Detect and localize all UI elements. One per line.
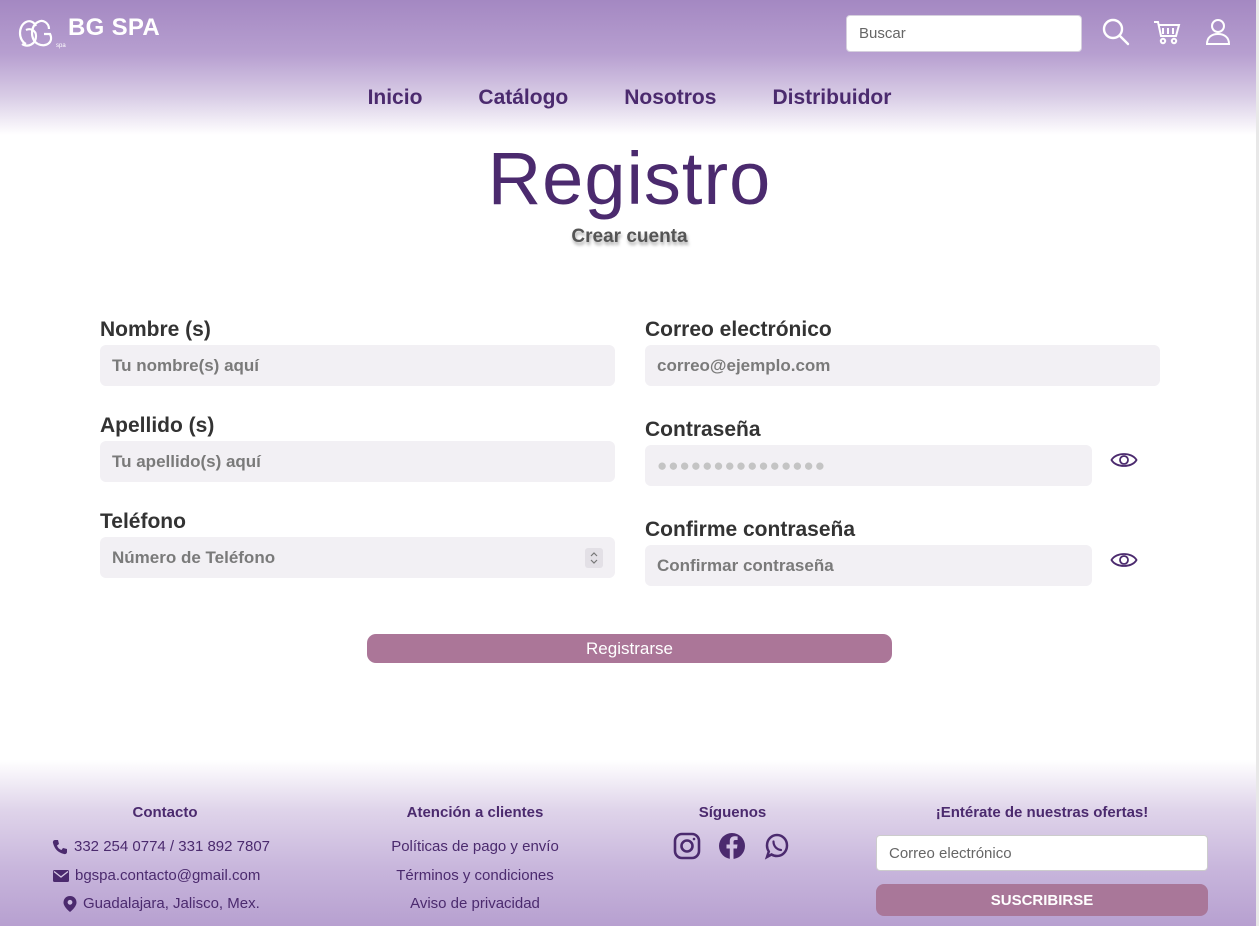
nav-nosotros[interactable]: Nosotros	[624, 86, 716, 110]
user-icon[interactable]	[1202, 16, 1234, 48]
mail-icon	[53, 869, 69, 882]
contact-location-text: Guadalajara, Jalisco, Mex.	[83, 895, 260, 912]
location-pin-icon	[63, 895, 77, 912]
show-confirm-password-icon[interactable]	[1110, 550, 1138, 570]
link-terms[interactable]: Términos y condiciones	[360, 867, 590, 884]
support-title: Atención a clientes	[406, 804, 544, 821]
phone-field[interactable]	[100, 537, 615, 578]
phone-label: Teléfono	[100, 510, 186, 533]
link-payment-shipping[interactable]: Políticas de pago y envío	[360, 838, 590, 855]
contact-title: Contacto	[132, 804, 198, 821]
phone-stepper[interactable]	[585, 548, 603, 568]
social-title: Síguenos	[698, 804, 767, 821]
newsletter-email-input[interactable]	[876, 835, 1208, 871]
page-title: Registro	[487, 137, 772, 220]
stepper-arrows-icon	[590, 552, 598, 564]
contact-email[interactable]: bgspa.contacto@gmail.com	[53, 867, 260, 884]
lastname-label: Apellido (s)	[100, 414, 215, 437]
contact-email-text: bgspa.contacto@gmail.com	[75, 867, 261, 884]
search-input[interactable]	[846, 15, 1082, 52]
nav-distribuidor[interactable]: Distribuidor	[772, 86, 891, 110]
page-subtitle: Crear cuenta	[571, 226, 688, 247]
link-privacy[interactable]: Aviso de privacidad	[360, 895, 590, 912]
lastname-field[interactable]	[100, 441, 615, 482]
confirm-password-label: Confirme contraseña	[645, 518, 856, 541]
svg-text:spa: spa	[56, 43, 66, 49]
name-label: Nombre (s)	[100, 318, 211, 341]
instagram-icon[interactable]	[673, 832, 701, 860]
header: spa BG SPA Inicio Catálogo Nosotros Dist…	[0, 0, 1259, 135]
contact-phone: 332 254 0774 / 331 892 7807	[52, 838, 270, 855]
nav-catalogo[interactable]: Catálogo	[478, 86, 568, 110]
show-password-icon[interactable]	[1110, 450, 1138, 470]
search-icon[interactable]	[1100, 16, 1132, 48]
nav-inicio[interactable]: Inicio	[368, 86, 423, 110]
name-field[interactable]	[100, 345, 615, 386]
facebook-icon[interactable]	[718, 832, 746, 860]
password-mask: ●●●●●●●●●●●●●●●	[657, 455, 827, 475]
whatsapp-icon[interactable]	[763, 832, 791, 860]
password-label: Contraseña	[645, 418, 761, 441]
cart-icon[interactable]	[1151, 16, 1183, 48]
subscribe-button[interactable]: SUSCRIBIRSE	[876, 884, 1208, 916]
confirm-password-field[interactable]	[645, 545, 1092, 586]
email-label: Correo electrónico	[645, 318, 832, 341]
main-nav: Inicio Catálogo Nosotros Distribuidor	[0, 86, 1259, 110]
newsletter-title: ¡Entérate de nuestras ofertas!	[935, 804, 1149, 821]
phone-icon	[52, 839, 67, 854]
logo-icon: spa	[18, 19, 66, 49]
password-field[interactable]: ●●●●●●●●●●●●●●●	[645, 445, 1092, 486]
register-button[interactable]: Registrarse	[367, 634, 892, 663]
contact-phone-text: 332 254 0774 / 331 892 7807	[74, 838, 271, 855]
brand-name[interactable]: BG SPA	[68, 14, 160, 42]
contact-location: Guadalajara, Jalisco, Mex.	[63, 895, 260, 912]
email-field[interactable]	[645, 345, 1160, 386]
